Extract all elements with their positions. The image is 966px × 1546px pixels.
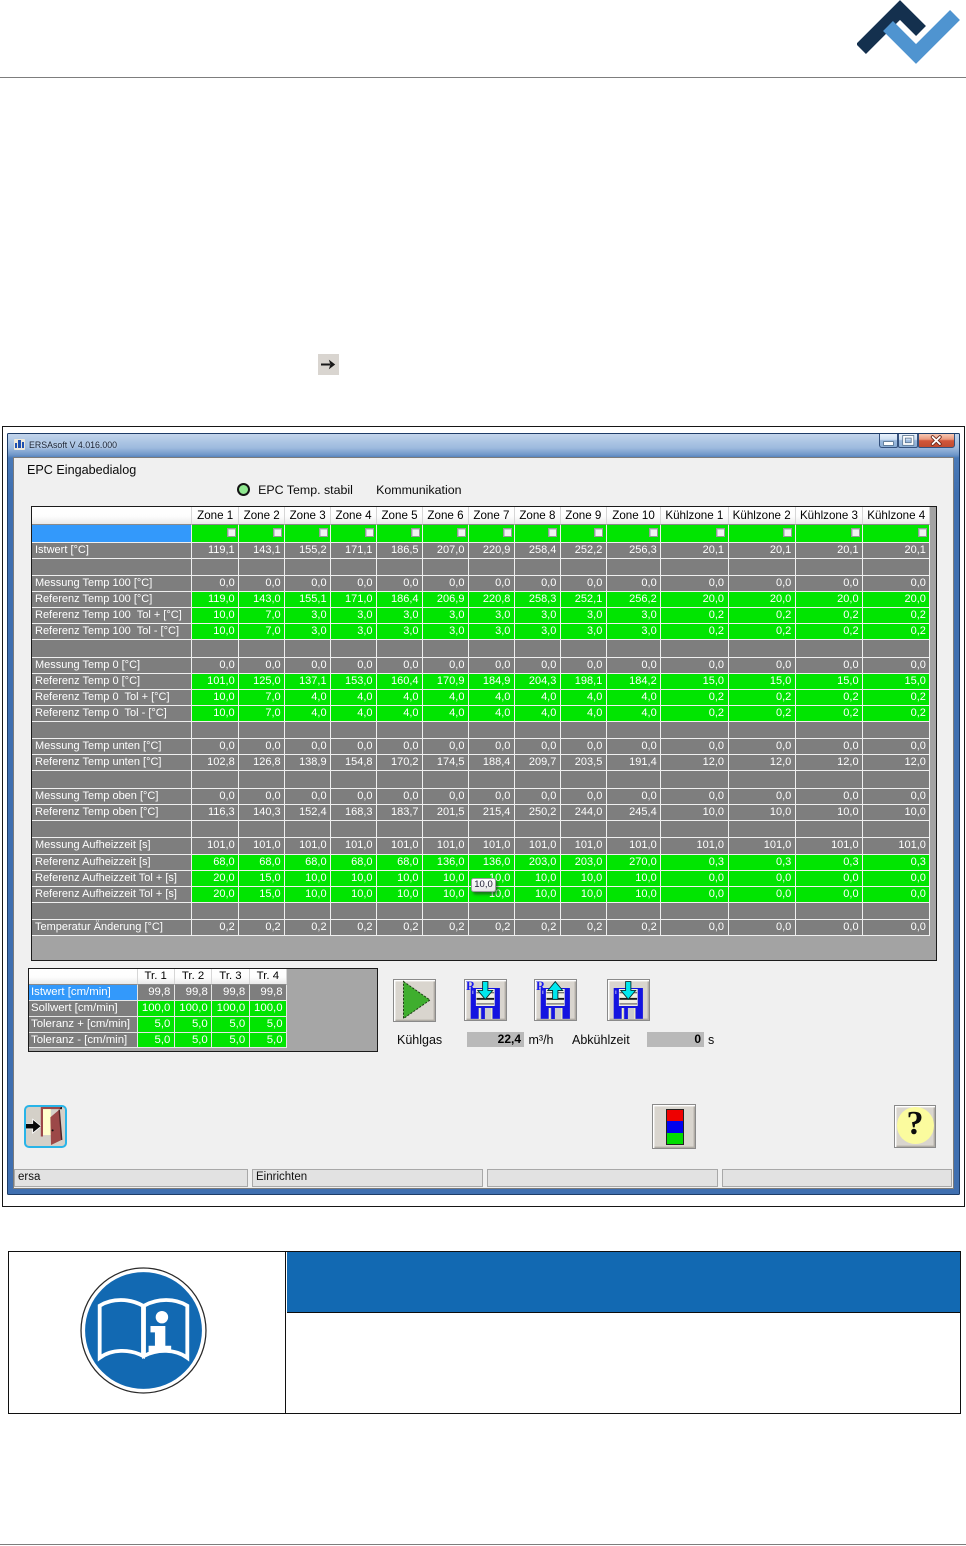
svg-text:R: R	[466, 979, 476, 993]
svg-text:R: R	[536, 979, 546, 993]
